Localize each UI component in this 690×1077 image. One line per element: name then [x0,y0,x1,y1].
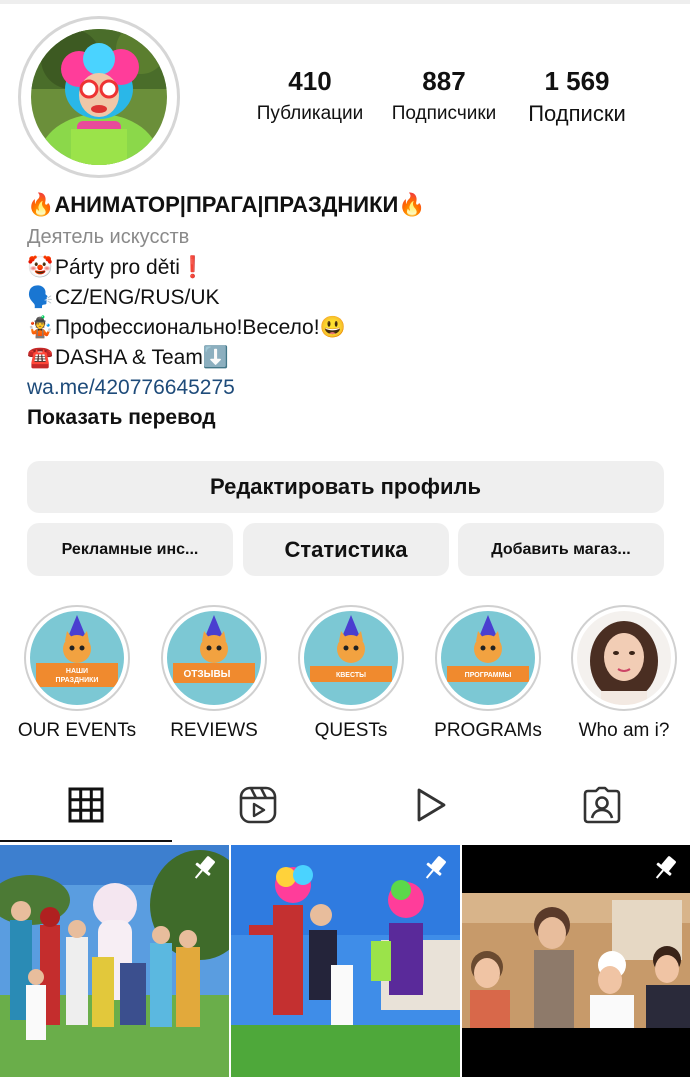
post-thumbnail[interactable] [462,845,690,1077]
avatar-photo [31,29,167,165]
telephone-emoji: ☎️ [27,346,54,369]
svg-text:КВЕСТЫ: КВЕСТЫ [336,672,366,679]
juggler-emoji: 🤹 [27,316,54,339]
highlight-label: Who am i? [578,720,670,741]
bio-line-text: CZ/ENG/RUS/UK [55,286,220,309]
show-translation-link[interactable]: Показать перевод [27,403,667,433]
bio-line: 🤡Párty pro děti❗ [27,253,667,283]
highlight-ring: ОТЗЫВЫ [161,605,267,711]
pinned-icon [655,856,676,879]
highlight-label: QUESTs [314,720,388,741]
stat-following[interactable]: 1 569 Подписки [518,66,636,130]
profile-avatar[interactable] [18,16,180,178]
svg-text:НАШИ: НАШИ [66,668,88,675]
fire-emoji-right: 🔥 [398,192,426,217]
highlight-our-events[interactable]: НАШИ ПРАЗДНИКИ OUR EVENTs [8,605,146,743]
svg-text:ОТЗЫВЫ: ОТЗЫВЫ [184,669,231,680]
highlight-reviews[interactable]: ОТЗЫВЫ REVIEWS [145,605,283,743]
highlight-cover: КВЕСТЫ [304,611,398,705]
highlight-ring: НАШИ ПРАЗДНИКИ [24,605,130,711]
clown-emoji: 🤡 [27,256,54,279]
highlight-ring [571,605,677,711]
stat-followers[interactable]: 887 Подписчики [384,66,504,130]
svg-text:ПРОГРАММЫ: ПРОГРАММЫ [465,672,512,679]
add-shop-button[interactable]: Добавить магаз... [458,523,664,576]
tab-grid[interactable] [66,785,106,825]
exclamation-emoji: ❗ [179,256,207,279]
bio-link[interactable]: wa.me/420776645275 [27,373,667,403]
stat-posts-label: Публикации [256,103,364,124]
highlight-who-am-i[interactable]: Who am i? [555,605,690,743]
highlight-ring: ПРОГРАММЫ [435,605,541,711]
stat-posts[interactable]: 410 Публикации [250,66,370,130]
stat-followers-count: 887 [422,66,466,96]
bio-line: 🤹Профессионально!Весело!😃 [27,313,667,343]
post-thumbnail[interactable] [0,845,229,1077]
bio-line-text: Профессионально!Весело! [55,316,320,339]
profile-name-text: АНИМАТОР|ПРАГА|ПРАЗДНИКИ [54,192,399,217]
pinned-icon [425,856,446,879]
tagged-person-icon [583,786,621,824]
highlight-cover: ПРОГРАММЫ [441,611,535,705]
speaking-head-emoji: 🗣️ [27,286,54,309]
edit-profile-button[interactable]: Редактировать профиль [27,461,664,513]
highlight-label: PROGRAMs [434,720,542,741]
tab-video[interactable] [410,785,450,825]
stat-following-count: 1 569 [544,66,610,96]
fire-emoji-left: 🔥 [27,192,55,217]
profile-name: 🔥АНИМАТОР|ПРАГА|ПРАЗДНИКИ🔥 [27,188,667,222]
active-tab-indicator [0,840,172,842]
highlight-cover: НАШИ ПРАЗДНИКИ [30,611,124,705]
tab-reels[interactable] [238,785,278,825]
stat-posts-count: 410 [288,66,332,96]
bio-line: ☎️DASHA & Team⬇️ [27,343,667,373]
bio-line: 🗣️CZ/ENG/RUS/UK [27,283,667,313]
tab-tagged[interactable] [582,785,622,825]
stat-following-label: Подписки [528,101,626,126]
reels-icon [239,786,277,824]
highlight-label: REVIEWS [170,720,258,741]
ad-tools-button[interactable]: Рекламные инс... [27,523,233,576]
bio-line-text: DASHA & Team [55,346,203,369]
post-thumbnail[interactable] [231,845,460,1077]
profile-category: Деятель искусств [27,226,190,248]
highlight-label: OUR EVENTs [17,720,137,741]
bio-line-text: Párty pro děti [55,256,180,279]
svg-text:ПРАЗДНИКИ: ПРАЗДНИКИ [56,677,99,684]
stat-followers-label: Подписчики [391,103,497,124]
highlight-cover: ОТЗЫВЫ [167,611,261,705]
pinned-icon [194,856,215,879]
down-arrow-emoji: ⬇️ [202,346,229,369]
highlight-quests[interactable]: КВЕСТЫ QUESTs [282,605,420,743]
highlight-cover [577,611,671,705]
highlight-programs[interactable]: ПРОГРАММЫ PROGRAMs [419,605,557,743]
highlight-ring: КВЕСТЫ [298,605,404,711]
smile-emoji: 😃 [319,316,346,339]
play-icon [417,788,446,822]
grid-icon [68,787,104,823]
statistics-button[interactable]: Статистика [243,523,449,576]
top-divider [0,0,690,4]
